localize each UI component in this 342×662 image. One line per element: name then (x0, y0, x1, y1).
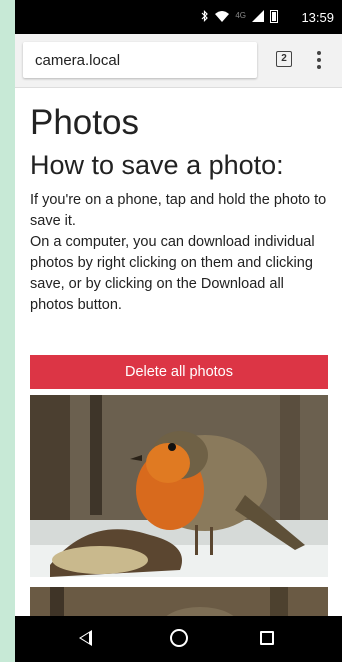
instructions: If you're on a phone, tap and hold the p… (30, 190, 330, 316)
status-time: 13:59 (301, 10, 334, 25)
address-bar[interactable]: camera.local (23, 42, 257, 78)
robin-photo-image (30, 587, 328, 616)
back-icon[interactable] (79, 630, 92, 646)
bluetooth-icon (201, 10, 209, 22)
signal-icon (252, 10, 264, 22)
instruction-computer: On a computer, you can download individu… (30, 234, 315, 313)
home-icon[interactable] (170, 629, 188, 647)
delete-all-photos-button[interactable]: Delete all photos (30, 355, 328, 389)
phone-screen: 4G 13:59 camera.local 2 Photos How to sa… (15, 0, 342, 662)
page-title: Photos (30, 103, 139, 142)
battery-icon (270, 9, 278, 23)
instruction-phone: If you're on a phone, tap and hold the p… (30, 192, 327, 229)
recents-icon[interactable] (260, 631, 274, 645)
section-heading: How to save a photo: (30, 150, 284, 180)
page-content: Photos How to save a photo: If you're on… (15, 88, 342, 616)
robin-photo-image (30, 395, 328, 577)
overflow-menu-icon[interactable] (315, 49, 323, 71)
wifi-icon (215, 11, 230, 22)
android-nav-bar (15, 616, 342, 662)
status-bar: 4G 13:59 (15, 0, 342, 34)
status-icons: 4G (201, 9, 278, 23)
photo[interactable] (30, 587, 328, 616)
photo[interactable] (30, 395, 328, 577)
network-type: 4G (235, 11, 246, 20)
browser-toolbar: camera.local 2 (15, 34, 342, 88)
tabs-icon[interactable]: 2 (276, 51, 292, 67)
